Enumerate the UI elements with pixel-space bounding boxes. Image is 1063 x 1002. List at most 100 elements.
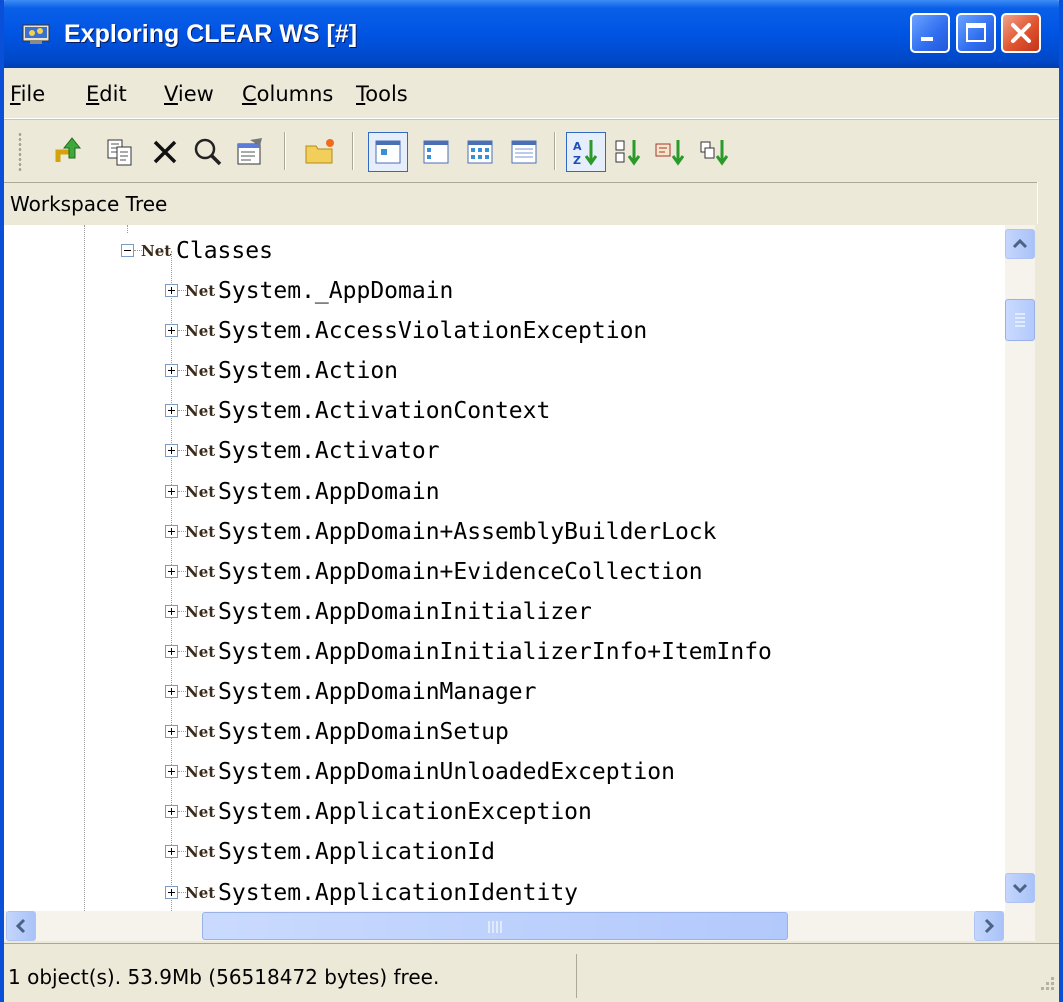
svg-text:Net: Net <box>185 763 215 781</box>
net-class-icon: Net <box>185 723 215 741</box>
tree-node-label: System._AppDomain <box>218 278 454 304</box>
toolbar-separator <box>284 132 286 170</box>
sort-by-type-button[interactable] <box>610 132 650 172</box>
maximize-button[interactable] <box>956 13 996 53</box>
up-folder-button[interactable] <box>50 132 90 172</box>
menu-view[interactable]: View <box>164 80 214 108</box>
large-icons-icon <box>375 140 401 164</box>
tree-node-label: System.ApplicationIdentity <box>218 880 579 906</box>
scroll-down-button[interactable] <box>1005 873 1035 903</box>
grip-lines-icon <box>1015 313 1025 327</box>
new-folder-button[interactable] <box>300 132 340 172</box>
net-class-icon: Net <box>185 843 215 861</box>
find-button[interactable] <box>188 132 228 172</box>
menu-columns-mnemonic: C <box>242 82 257 106</box>
large-icons-view-button[interactable] <box>368 132 408 172</box>
small-icons-view-button[interactable] <box>416 132 456 172</box>
menu-edit[interactable]: Edit <box>86 80 127 108</box>
collapse-toggle[interactable] <box>121 244 134 257</box>
list-view-button[interactable] <box>460 132 500 172</box>
chevron-right-icon <box>984 918 995 934</box>
tree-node[interactable]: Net System.AccessViolationException <box>4 311 1004 351</box>
net-class-icon: Net <box>185 362 215 380</box>
menu-columns[interactable]: Columns <box>242 80 333 108</box>
tree-node-classes[interactable]: Net Classes <box>4 231 1004 271</box>
tree-node[interactable]: Net System.ApplicationIdentity <box>4 873 1004 911</box>
svg-text:Net: Net <box>185 803 215 821</box>
svg-text:Net: Net <box>185 884 215 902</box>
tree-node[interactable]: Net System.AppDomainInitializer <box>4 592 1004 632</box>
svg-text:Net: Net <box>185 362 215 380</box>
expand-toggle[interactable] <box>165 525 178 538</box>
sort-by-name-button[interactable]: A Z <box>566 132 606 172</box>
details-view-button[interactable] <box>504 132 544 172</box>
chevron-left-icon <box>15 918 26 934</box>
scroll-left-button[interactable] <box>6 911 36 941</box>
net-class-icon: Net <box>141 242 171 260</box>
small-icons-icon <box>423 140 449 164</box>
tree-node-label: System.ActivationContext <box>218 398 551 424</box>
expand-toggle[interactable] <box>165 765 178 778</box>
menu-tools[interactable]: Tools <box>356 80 408 108</box>
scroll-up-button[interactable] <box>1005 229 1035 259</box>
horizontal-scrollbar[interactable] <box>4 911 1035 941</box>
expand-toggle[interactable] <box>165 886 178 899</box>
expand-toggle[interactable] <box>165 845 178 858</box>
svg-text:Net: Net <box>185 683 215 701</box>
delete-button[interactable] <box>146 132 186 172</box>
expand-toggle[interactable] <box>165 404 178 417</box>
close-button[interactable] <box>1001 13 1041 53</box>
tree-node[interactable]: Net System.AppDomain+EvidenceCollection <box>4 552 1004 592</box>
expand-toggle[interactable] <box>165 685 178 698</box>
expand-toggle[interactable] <box>165 324 178 337</box>
tree-node[interactable]: Net System._AppDomain <box>4 271 1004 311</box>
menu-file[interactable]: File <box>10 80 45 108</box>
tree-node[interactable]: Net System.AppDomainSetup <box>4 712 1004 752</box>
svg-text:Net: Net <box>185 442 215 460</box>
tree-node[interactable]: Net System.ActivationContext <box>4 391 1004 431</box>
tree-node-label: System.AppDomain+AssemblyBuilderLock <box>218 519 717 545</box>
expand-toggle[interactable] <box>165 364 178 377</box>
tree-node[interactable]: Net System.AppDomain+AssemblyBuilderLock <box>4 512 1004 552</box>
sort-by-date-button[interactable] <box>696 132 736 172</box>
resize-grip-icon[interactable] <box>1034 972 1056 994</box>
minimize-button[interactable] <box>910 13 950 53</box>
tree-node[interactable]: Net System.ApplicationException <box>4 792 1004 832</box>
tree-node-label: System.AppDomainInitializerInfo+ItemInfo <box>218 639 772 665</box>
toolbar-grip[interactable] <box>18 132 22 172</box>
tree-node-label: System.AppDomain <box>218 479 440 505</box>
tree-node[interactable]: Net System.Activator <box>4 431 1004 471</box>
status-text: 1 object(s). 53.9Mb (56518472 bytes) fre… <box>8 965 440 989</box>
tree-node-label: System.Activator <box>218 438 440 464</box>
expand-toggle[interactable] <box>165 605 178 618</box>
toolbar-separator <box>352 132 354 170</box>
sort-by-size-button[interactable] <box>652 132 692 172</box>
expand-toggle[interactable] <box>165 725 178 738</box>
expand-toggle[interactable] <box>165 565 178 578</box>
tree-node[interactable]: Net System.AppDomain <box>4 472 1004 512</box>
workspace-tree[interactable]: Net Classes Net System._AppDomain Net Syste… <box>4 225 1005 911</box>
menu-tools-mnemonic: T <box>356 82 366 106</box>
svg-text:Net: Net <box>185 402 215 420</box>
net-class-icon: Net <box>185 523 215 541</box>
svg-text:A: A <box>573 140 582 153</box>
tree-node[interactable]: Net System.Action <box>4 351 1004 391</box>
tree-node[interactable]: Net System.AppDomainManager <box>4 672 1004 712</box>
horizontal-scroll-thumb[interactable] <box>202 912 788 940</box>
title-bar[interactable]: Exploring CLEAR WS [#] <box>4 0 1059 68</box>
expand-toggle[interactable] <box>165 645 178 658</box>
copy-button[interactable] <box>100 132 140 172</box>
vertical-scrollbar[interactable] <box>1005 225 1035 911</box>
tree-node-label: System.Action <box>218 358 399 384</box>
vertical-scroll-thumb[interactable] <box>1005 299 1035 341</box>
expand-toggle[interactable] <box>165 284 178 297</box>
tree-node[interactable]: Net System.AppDomainInitializerInfo+ItemI… <box>4 632 1004 672</box>
scroll-right-button[interactable] <box>974 911 1004 941</box>
tree-node[interactable]: Net System.AppDomainUnloadedException <box>4 752 1004 792</box>
expand-toggle[interactable] <box>165 485 178 498</box>
expand-toggle[interactable] <box>165 444 178 457</box>
tree-node[interactable]: Net System.ApplicationId <box>4 832 1004 872</box>
status-pane-empty <box>579 954 1029 998</box>
properties-button[interactable] <box>230 132 270 172</box>
expand-toggle[interactable] <box>165 805 178 818</box>
